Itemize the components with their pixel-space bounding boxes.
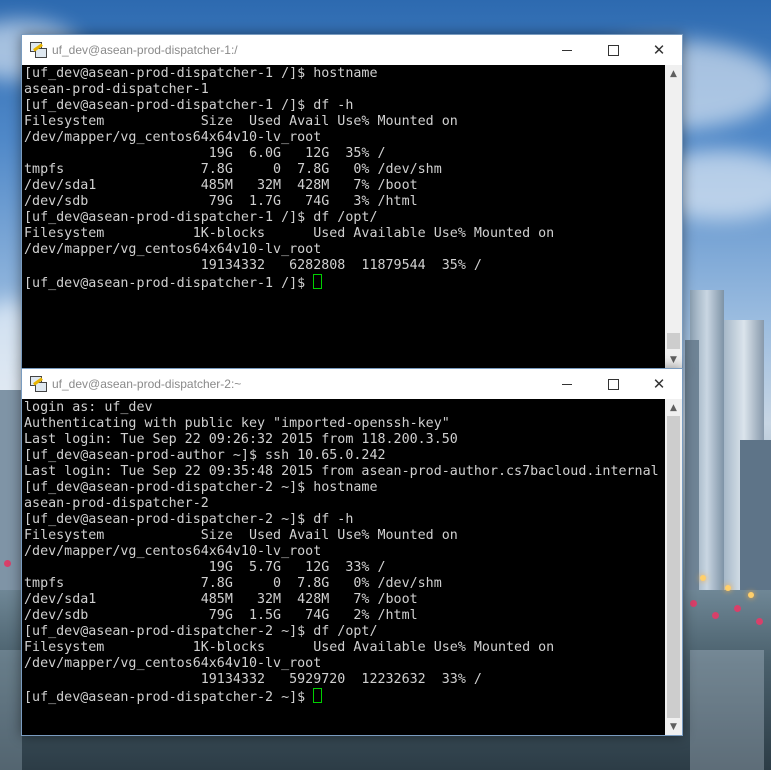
- close-icon: ✕: [652, 40, 666, 59]
- minimize-icon: [562, 49, 572, 51]
- terminal-line: asean-prod-dispatcher-1: [24, 82, 209, 97]
- close-button[interactable]: ✕: [636, 35, 682, 65]
- terminal-line: tmpfs 7.8G 0 7.8G 0% /dev/shm: [24, 162, 442, 177]
- terminal-prompt: [uf_dev@asean-prod-dispatcher-1 /]$: [24, 276, 314, 291]
- terminal-2-body[interactable]: login as: uf_dev Authenticating with publ…: [22, 399, 682, 735]
- terminal-line: 19G 5.7G 12G 33% /: [24, 560, 386, 575]
- terminal-line: [uf_dev@asean-prod-author ~]$ ssh 10.65.…: [24, 448, 386, 463]
- terminal-line: [uf_dev@asean-prod-dispatcher-2 ~]$ df -…: [24, 512, 354, 527]
- terminal-2-scrollbar[interactable]: ▲ ▼: [665, 399, 682, 735]
- terminal-cursor: [313, 274, 323, 289]
- terminal-line: /dev/mapper/vg_centos64x64v10-lv_root: [24, 656, 322, 671]
- terminal-line: [uf_dev@asean-prod-dispatcher-2 ~]$ host…: [24, 480, 378, 495]
- terminal-prompt-line[interactable]: [uf_dev@asean-prod-dispatcher-1 /]$: [24, 274, 665, 291]
- maximize-button[interactable]: [590, 369, 636, 399]
- terminal-line: 19G 6.0G 12G 35% /: [24, 146, 386, 161]
- terminal-1-scrollbar[interactable]: ▲ ▼: [665, 65, 682, 368]
- scroll-down-arrow-icon[interactable]: ▼: [665, 718, 682, 735]
- minimize-button[interactable]: [544, 35, 590, 65]
- terminal-line: [uf_dev@asean-prod-dispatcher-1 /]$ host…: [24, 66, 378, 81]
- window-2-title: uf_dev@asean-prod-dispatcher-2:~: [52, 377, 242, 391]
- terminal-line: 19134332 6282808 11879544 35% /: [24, 258, 482, 273]
- terminal-line: Filesystem 1K-blocks Used Available Use%…: [24, 640, 555, 655]
- terminal-2-screen[interactable]: login as: uf_dev Authenticating with publ…: [22, 399, 665, 735]
- terminal-line: Last login: Tue Sep 22 09:35:48 2015 fro…: [24, 464, 659, 479]
- terminal-line: /dev/sdb 79G 1.7G 74G 3% /html: [24, 194, 418, 209]
- maximize-icon: [607, 44, 619, 56]
- terminal-line: /dev/sda1 485M 32M 428M 7% /boot: [24, 178, 418, 193]
- terminal-1-screen[interactable]: [uf_dev@asean-prod-dispatcher-1 /]$ host…: [22, 65, 665, 368]
- terminal-line: tmpfs 7.8G 0 7.8G 0% /dev/shm: [24, 576, 442, 591]
- terminal-prompt: [uf_dev@asean-prod-dispatcher-2 ~]$: [24, 690, 314, 705]
- terminal-prompt-line[interactable]: [uf_dev@asean-prod-dispatcher-2 ~]$: [24, 688, 665, 705]
- maximize-button[interactable]: [590, 35, 636, 65]
- close-button[interactable]: ✕: [636, 369, 682, 399]
- terminal-line: /dev/mapper/vg_centos64x64v10-lv_root: [24, 544, 322, 559]
- close-icon: ✕: [652, 374, 666, 393]
- terminal-line: /dev/sda1 485M 32M 428M 7% /boot: [24, 592, 418, 607]
- terminal-line: /dev/sdb 79G 1.5G 74G 2% /html: [24, 608, 418, 623]
- terminal-line: login as: uf_dev: [24, 400, 153, 415]
- terminal-line: [uf_dev@asean-prod-dispatcher-2 ~]$ df /…: [24, 624, 378, 639]
- putty-icon[interactable]: [30, 42, 47, 58]
- terminal-line: Last login: Tue Sep 22 09:26:32 2015 fro…: [24, 432, 458, 447]
- putty-icon[interactable]: [30, 376, 47, 392]
- window-1-titlebar[interactable]: uf_dev@asean-prod-dispatcher-1:/ ✕: [22, 35, 682, 65]
- terminal-line: asean-prod-dispatcher-2: [24, 496, 209, 511]
- scroll-down-arrow-icon[interactable]: ▼: [665, 351, 682, 368]
- terminal-cursor: [313, 688, 323, 703]
- scroll-up-arrow-icon[interactable]: ▲: [665, 399, 682, 416]
- terminal-line: Filesystem Size Used Avail Use% Mounted …: [24, 114, 458, 129]
- minimize-icon: [562, 383, 572, 385]
- terminal-line: Authenticating with public key "imported…: [24, 416, 450, 431]
- scroll-up-arrow-icon[interactable]: ▲: [665, 65, 682, 82]
- terminal-line: Filesystem Size Used Avail Use% Mounted …: [24, 528, 458, 543]
- minimize-button[interactable]: [544, 369, 590, 399]
- terminal-line: [uf_dev@asean-prod-dispatcher-1 /]$ df -…: [24, 98, 354, 113]
- terminal-1-body[interactable]: [uf_dev@asean-prod-dispatcher-1 /]$ host…: [22, 65, 682, 368]
- terminal-line: 19134332 5929720 12232632 33% /: [24, 672, 482, 687]
- terminal-1-scroll-thumb[interactable]: [667, 333, 680, 349]
- maximize-icon: [607, 378, 619, 390]
- terminal-line: /dev/mapper/vg_centos64x64v10-lv_root: [24, 130, 322, 145]
- window-1-title: uf_dev@asean-prod-dispatcher-1:/: [52, 43, 238, 57]
- terminal-line: Filesystem 1K-blocks Used Available Use%…: [24, 226, 555, 241]
- terminal-2-scroll-thumb[interactable]: [667, 416, 680, 718]
- terminal-window-1[interactable]: uf_dev@asean-prod-dispatcher-1:/ ✕ [uf_d…: [21, 34, 683, 369]
- terminal-line: [uf_dev@asean-prod-dispatcher-1 /]$ df /…: [24, 210, 378, 225]
- terminal-line: /dev/mapper/vg_centos64x64v10-lv_root: [24, 242, 322, 257]
- window-2-titlebar[interactable]: uf_dev@asean-prod-dispatcher-2:~ ✕: [22, 369, 682, 399]
- terminal-window-2[interactable]: uf_dev@asean-prod-dispatcher-2:~ ✕ login…: [21, 368, 683, 736]
